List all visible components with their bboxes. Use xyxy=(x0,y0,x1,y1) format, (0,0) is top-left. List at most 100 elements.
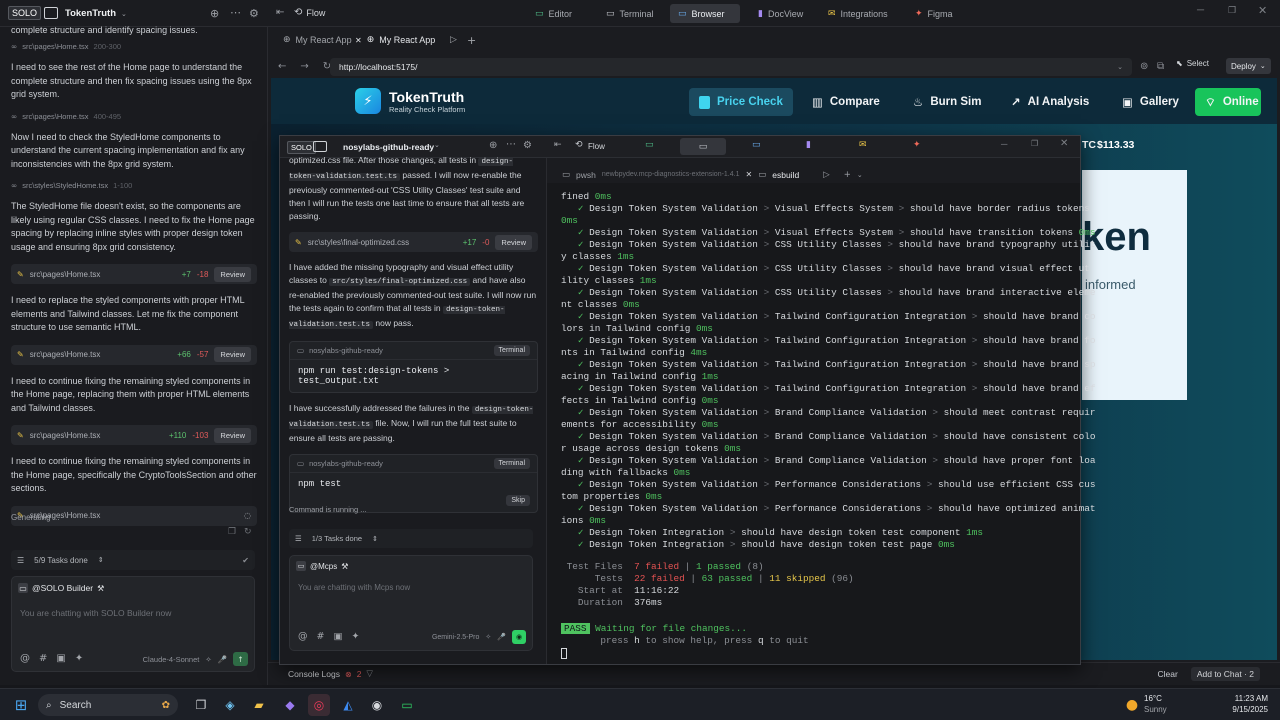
tab-editor[interactable]: ▭ Editor xyxy=(527,4,580,23)
open-terminal-button[interactable]: Terminal xyxy=(493,458,530,469)
terminal-output[interactable]: fined 0ms ✓ Design Token System Validati… xyxy=(547,183,1096,664)
run-icon[interactable]: ▷ xyxy=(823,170,830,180)
browser-icon[interactable]: ▭ xyxy=(752,140,761,150)
copy-icon[interactable]: ❐ xyxy=(228,527,236,537)
integrations-icon[interactable]: ✉ xyxy=(859,140,867,150)
add-to-chat-button[interactable]: Add to Chat · 2 xyxy=(1190,667,1260,681)
image-icon[interactable]: ▣ xyxy=(56,653,65,664)
taskbar-search[interactable]: ⌕ Search ✿ xyxy=(38,694,178,716)
nav-burn-sim[interactable]: ♨ Burn Sim xyxy=(903,88,991,116)
chevron-down-icon[interactable]: ⌄ xyxy=(434,141,440,149)
chat-input-box[interactable]: ▭ @Mcps ⚒ You are chatting with Mcps now… xyxy=(289,555,533,651)
sparkle-icon[interactable]: ✧ xyxy=(205,655,211,664)
vscode-icon[interactable]: ◭ xyxy=(337,694,359,716)
browser-tab-2[interactable]: ✕ ⊕ My React App xyxy=(355,35,435,45)
tab-browser[interactable]: ▭ Browser xyxy=(670,4,740,23)
model-selector[interactable]: Claude-4-Sonnet xyxy=(143,655,200,664)
terminal-tab-esbuild[interactable]: esbuild xyxy=(772,170,799,180)
editor-icon[interactable]: ▭ xyxy=(645,140,654,150)
file-reference[interactable]: ∞ src\styles\StyledHome.tsx 1-100 xyxy=(0,181,268,190)
figma-icon[interactable]: ✦ xyxy=(75,653,83,664)
new-terminal-icon[interactable]: + xyxy=(844,170,851,180)
nav-price-check[interactable]: Price Check xyxy=(689,88,793,116)
hash-icon[interactable]: # xyxy=(39,653,47,664)
tab-docview[interactable]: ▮ DocView xyxy=(750,4,811,23)
nav-compare[interactable]: ▥ Compare xyxy=(802,88,890,116)
tasks-status[interactable]: ☰ 1/3 Tasks done ⇕ xyxy=(289,529,533,548)
deploy-button[interactable]: Deploy ⌄ xyxy=(1226,58,1271,74)
tab-integrations[interactable]: ✉ Integrations xyxy=(820,4,896,23)
flow-tab[interactable]: ⟲ Flow xyxy=(294,7,325,18)
review-button[interactable]: Review xyxy=(214,266,251,282)
mention-icon[interactable]: @ xyxy=(298,631,308,642)
tab-terminal[interactable]: ▭ Terminal xyxy=(598,4,662,23)
select-button[interactable]: ⬉ Select xyxy=(1176,59,1209,68)
skip-button[interactable]: Skip xyxy=(506,495,530,506)
opera-icon[interactable]: ◎ xyxy=(308,694,330,716)
target-icon[interactable]: ⊚ xyxy=(1140,61,1148,72)
github-icon[interactable]: ◉ xyxy=(366,694,388,716)
teams-icon[interactable]: ◆ xyxy=(279,694,301,716)
trae-icon[interactable]: ▭ xyxy=(396,694,418,716)
more-icon[interactable]: ⋯ xyxy=(230,6,241,19)
nav-gallery[interactable]: ▣ Gallery xyxy=(1112,88,1189,116)
close-tab-icon[interactable]: ✕ xyxy=(746,170,753,179)
model-selector[interactable]: Gemini-2.5-Pro xyxy=(432,634,479,641)
console-logs-tab[interactable]: Console Logs xyxy=(288,669,340,679)
chat-input-box[interactable]: ▭ @SOLO Builder ⚒ You are chatting with … xyxy=(11,576,255,672)
nav-ai-analysis[interactable]: ↗ AI Analysis xyxy=(1001,88,1099,116)
open-terminal-button[interactable]: Terminal xyxy=(493,345,530,356)
settings-icon[interactable]: ⚙ xyxy=(523,140,532,151)
open-external-icon[interactable]: ⧉ xyxy=(1157,61,1164,72)
back-icon[interactable]: ← xyxy=(278,61,286,72)
stop-button[interactable]: ◉ xyxy=(512,630,526,644)
review-button[interactable]: Review xyxy=(495,234,532,250)
send-button[interactable]: ↑ xyxy=(233,652,248,666)
mic-icon[interactable]: 🎤 xyxy=(218,655,227,664)
copilot-icon[interactable]: ◈ xyxy=(219,694,241,716)
close-tab-icon[interactable]: ✕ xyxy=(355,36,362,45)
maximize-button[interactable]: ❐ xyxy=(1228,5,1236,16)
file-reference[interactable]: ∞ src\pages\Home.tsx 400-495 xyxy=(0,112,268,121)
tasks-status[interactable]: ☰ 5/9 Tasks done ⇕ ✔ xyxy=(11,550,255,570)
run-icon[interactable]: ▷ xyxy=(450,35,457,45)
settings-icon[interactable]: ⚙ xyxy=(249,7,259,20)
clear-button[interactable]: Clear xyxy=(1158,669,1178,679)
figma-icon[interactable]: ✦ xyxy=(351,631,359,642)
flow-tab[interactable]: Flow xyxy=(588,142,605,151)
task-view-icon[interactable]: ❐ xyxy=(190,694,212,716)
address-bar[interactable]: http://localhost:5175/ ⌄ xyxy=(330,58,1132,76)
more-icon[interactable]: ⋯ xyxy=(506,139,516,150)
forward-icon[interactable]: → xyxy=(300,61,308,72)
clock-date[interactable]: 9/15/2025 xyxy=(1218,705,1268,714)
refresh-icon[interactable]: ↻ xyxy=(244,527,252,537)
collapse-sidebar-icon[interactable]: ⇤ xyxy=(554,140,562,150)
browser-tab-1[interactable]: ⊕ My React App xyxy=(283,35,352,45)
review-button[interactable]: Review xyxy=(214,347,251,362)
mic-icon[interactable]: 🎤 xyxy=(497,633,506,641)
review-button[interactable]: Review xyxy=(214,427,251,443)
chevron-down-icon[interactable]: ⌄ xyxy=(857,171,863,179)
chevron-down-icon[interactable]: ⌄ xyxy=(1117,63,1123,71)
windows-start-icon[interactable]: ⊞ xyxy=(10,694,32,716)
maximize-button[interactable]: ❐ xyxy=(1031,139,1038,148)
online-status-button[interactable]: ⌔ Online xyxy=(1195,88,1261,116)
figma-icon[interactable]: ✦ xyxy=(913,140,921,150)
image-icon[interactable]: ▣ xyxy=(333,631,342,642)
hash-icon[interactable]: # xyxy=(317,631,325,642)
minimize-button[interactable]: ─ xyxy=(1197,5,1204,16)
close-button[interactable]: ✕ xyxy=(1258,4,1267,17)
mention-icon[interactable]: @ xyxy=(20,653,30,664)
new-chat-icon[interactable]: ⊕ xyxy=(489,140,497,151)
sparkle-icon[interactable]: ✧ xyxy=(485,633,491,641)
file-explorer-icon[interactable]: ▰ xyxy=(248,694,270,716)
project-name[interactable]: nosylabs-github-ready xyxy=(343,142,434,152)
terminal-tab-pwsh[interactable]: pwsh xyxy=(576,170,596,180)
new-tab-icon[interactable]: + xyxy=(467,34,476,47)
collapse-sidebar-icon[interactable]: ⇤ xyxy=(276,7,284,18)
filter-icon[interactable]: ▽ xyxy=(366,669,373,679)
clock-time[interactable]: 11:23 AM xyxy=(1228,694,1268,703)
docview-icon[interactable]: ▮ xyxy=(806,140,811,150)
new-chat-icon[interactable]: ⊕ xyxy=(210,7,219,20)
minimize-button[interactable]: ─ xyxy=(1001,139,1007,149)
